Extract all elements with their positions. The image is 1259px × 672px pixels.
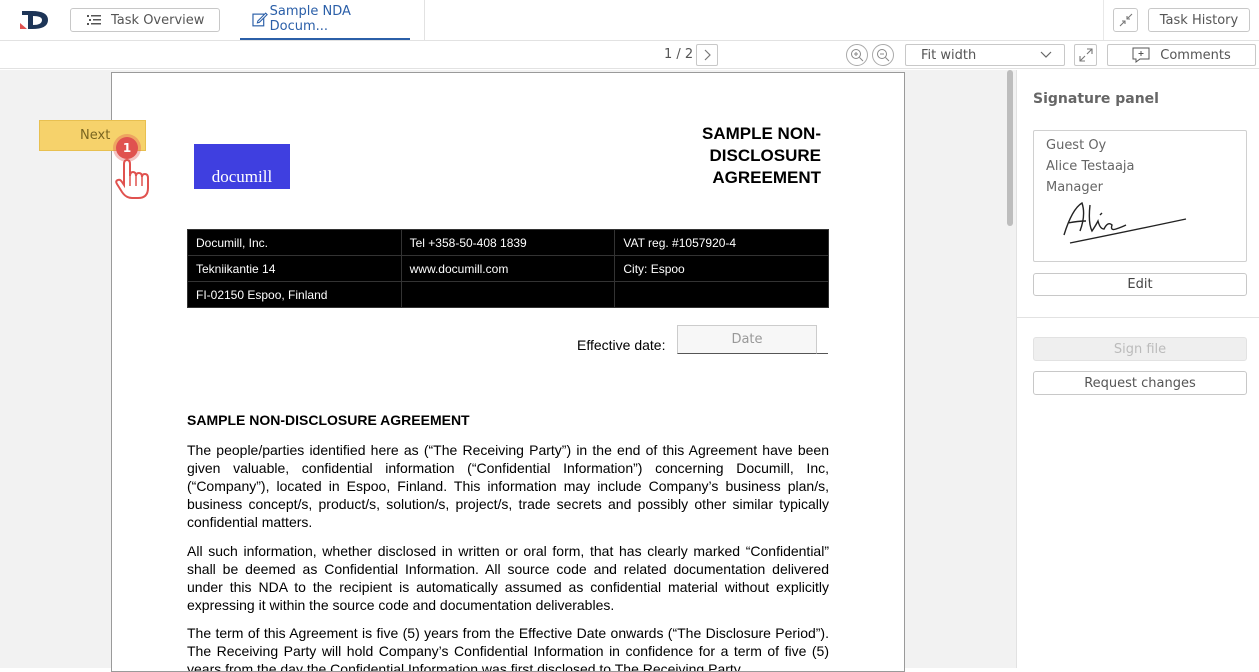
document-toolbar: 1 / 2 Fit width Comments: [0, 41, 1259, 69]
title-line: SAMPLE NON-: [702, 124, 821, 143]
collapse-icon: [1119, 13, 1132, 27]
document-page: documill SAMPLE NON- DISCLOSURE AGREEMEN…: [111, 72, 905, 672]
table-cell: FI-02150 Espoo, Finland: [187, 281, 402, 308]
divider: [817, 353, 828, 354]
zoom-mode-select[interactable]: Fit width: [905, 44, 1065, 66]
divider: [1103, 0, 1104, 40]
step-badge: 1: [116, 137, 138, 159]
edit-document-icon: [252, 12, 268, 27]
paragraph: The term of this Agreement is five (5) y…: [187, 625, 829, 672]
collapse-button[interactable]: [1113, 8, 1138, 32]
task-overview-button[interactable]: Task Overview: [70, 8, 220, 32]
signer-role: Manager: [1046, 180, 1103, 195]
signer-name: Alice Testaaja: [1046, 159, 1135, 174]
table-cell: Documill, Inc.: [187, 229, 402, 256]
task-overview-label: Task Overview: [111, 12, 205, 28]
zoom-in-button[interactable]: [846, 44, 868, 66]
table-cell: VAT reg. #1057920-4: [614, 229, 829, 256]
next-page-button[interactable]: [696, 44, 718, 66]
table-row: Tekniikantie 14 www.documill.com City: E…: [187, 255, 829, 282]
signature-card: Guest Oy Alice Testaaja Manager: [1033, 130, 1247, 262]
table-row: Documill, Inc. Tel +358-50-408 1839 VAT …: [187, 229, 829, 256]
paragraph: The people/parties identified here as (“…: [187, 442, 829, 530]
table-cell: [400, 281, 616, 308]
title-line: DISCLOSURE: [709, 146, 821, 165]
add-comment-icon: [1132, 47, 1150, 63]
signer-company: Guest Oy: [1046, 138, 1107, 153]
edit-signature-button[interactable]: Edit: [1033, 273, 1247, 296]
agreement-heading: SAMPLE NON-DISCLOSURE AGREEMENT: [187, 412, 470, 428]
tab-sample-nda[interactable]: Sample NDA Docum...: [240, 0, 410, 40]
zoom-mode-value: Fit width: [921, 47, 977, 63]
table-cell: Tel +358-50-408 1839: [400, 229, 616, 256]
divider: [1017, 317, 1259, 318]
company-logo: documill: [194, 144, 290, 189]
signature-panel: Signature panel Guest Oy Alice Testaaja …: [1016, 70, 1259, 668]
fullscreen-button[interactable]: [1074, 44, 1097, 66]
document-title: SAMPLE NON- DISCLOSURE AGREEMENT: [581, 123, 821, 189]
paragraph: All such information, whether disclosed …: [187, 543, 829, 613]
top-bar: Task Overview Sample NDA Docum... Task H…: [0, 0, 1259, 41]
list-icon: [87, 15, 101, 25]
table-cell: City: Espoo: [614, 255, 829, 282]
divider: [424, 0, 425, 40]
sign-file-button[interactable]: Sign file: [1033, 337, 1247, 361]
table-cell: Tekniikantie 14: [187, 255, 402, 282]
zoom-out-icon: [877, 49, 890, 62]
expand-icon: [1078, 48, 1093, 62]
zoom-in-icon: [851, 49, 864, 62]
company-info-table: Documill, Inc. Tel +358-50-408 1839 VAT …: [187, 229, 829, 308]
title-line: AGREEMENT: [712, 168, 821, 187]
chevron-down-icon: [1040, 51, 1052, 58]
table-row: FI-02150 Espoo, Finland: [187, 281, 829, 308]
table-cell: [614, 281, 829, 308]
comments-button[interactable]: Comments: [1107, 44, 1256, 66]
request-changes-button[interactable]: Request changes: [1033, 371, 1247, 395]
tab-doc-label: Sample NDA Docum...: [269, 4, 351, 34]
comments-label: Comments: [1160, 47, 1231, 63]
panel-title: Signature panel: [1033, 91, 1159, 107]
documill-logo-icon[interactable]: [18, 7, 52, 33]
page-indicator: 1 / 2: [664, 47, 694, 62]
handwritten-signature: [1063, 201, 1187, 244]
scrollbar-thumb[interactable]: [1007, 70, 1013, 226]
zoom-out-button[interactable]: [872, 44, 894, 66]
effective-date-field[interactable]: Date: [677, 325, 817, 354]
table-cell: www.documill.com: [400, 255, 616, 282]
chevron-right-icon: [704, 49, 711, 61]
effective-date-label: Effective date:: [577, 337, 666, 353]
pointer-hand-icon: [115, 158, 149, 199]
task-history-button[interactable]: Task History: [1148, 8, 1250, 32]
